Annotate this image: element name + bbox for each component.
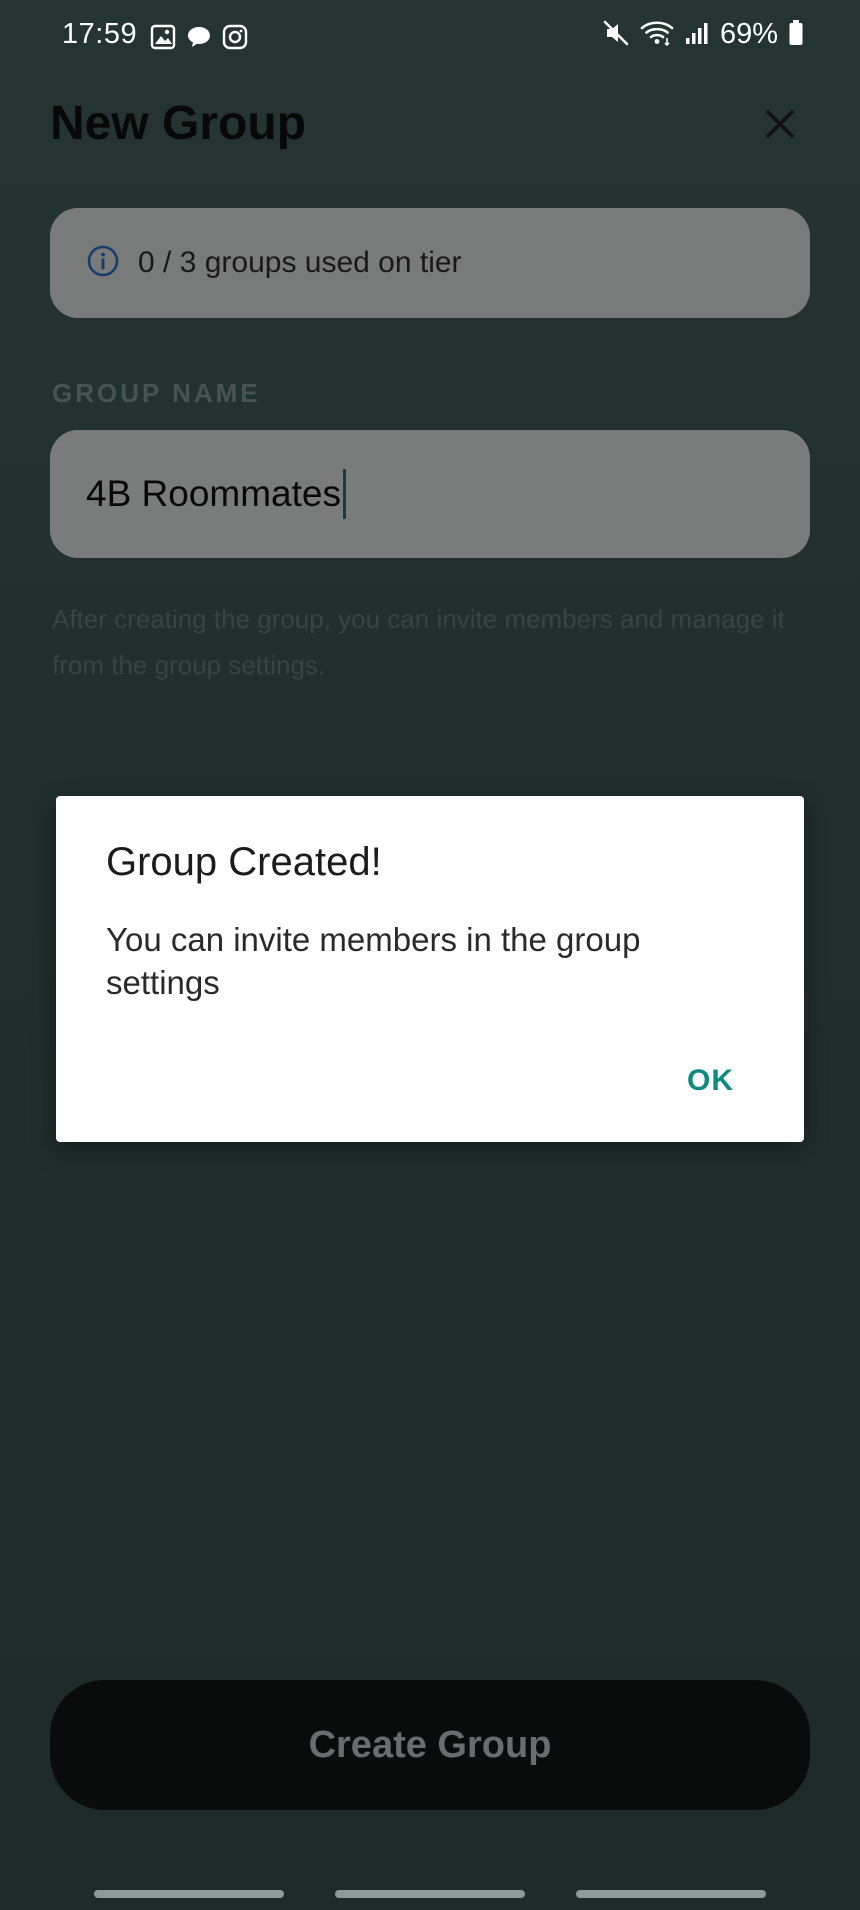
gesture-nav-bar — [0, 1880, 860, 1910]
battery-icon — [788, 19, 804, 51]
dialog-title: Group Created! — [106, 840, 382, 884]
nav-pill-center[interactable] — [335, 1890, 525, 1898]
status-bar: 17:59 69% — [0, 0, 860, 76]
nav-pill-right[interactable] — [576, 1890, 766, 1898]
battery-percentage: 69% — [719, 18, 778, 50]
ok-button[interactable]: OK — [679, 1058, 742, 1104]
wifi-icon — [640, 19, 674, 51]
nav-pill-left[interactable] — [94, 1890, 284, 1898]
chat-bubble-icon — [186, 24, 212, 54]
instagram-icon — [222, 24, 248, 54]
status-time: 17:59 — [62, 18, 138, 50]
gallery-icon — [150, 24, 176, 54]
mute-icon — [602, 19, 630, 51]
signal-icon — [684, 20, 710, 50]
dialog-message: You can invite members in the group sett… — [106, 921, 641, 1001]
group-created-dialog: Group Created! You can invite members in… — [56, 796, 804, 1142]
